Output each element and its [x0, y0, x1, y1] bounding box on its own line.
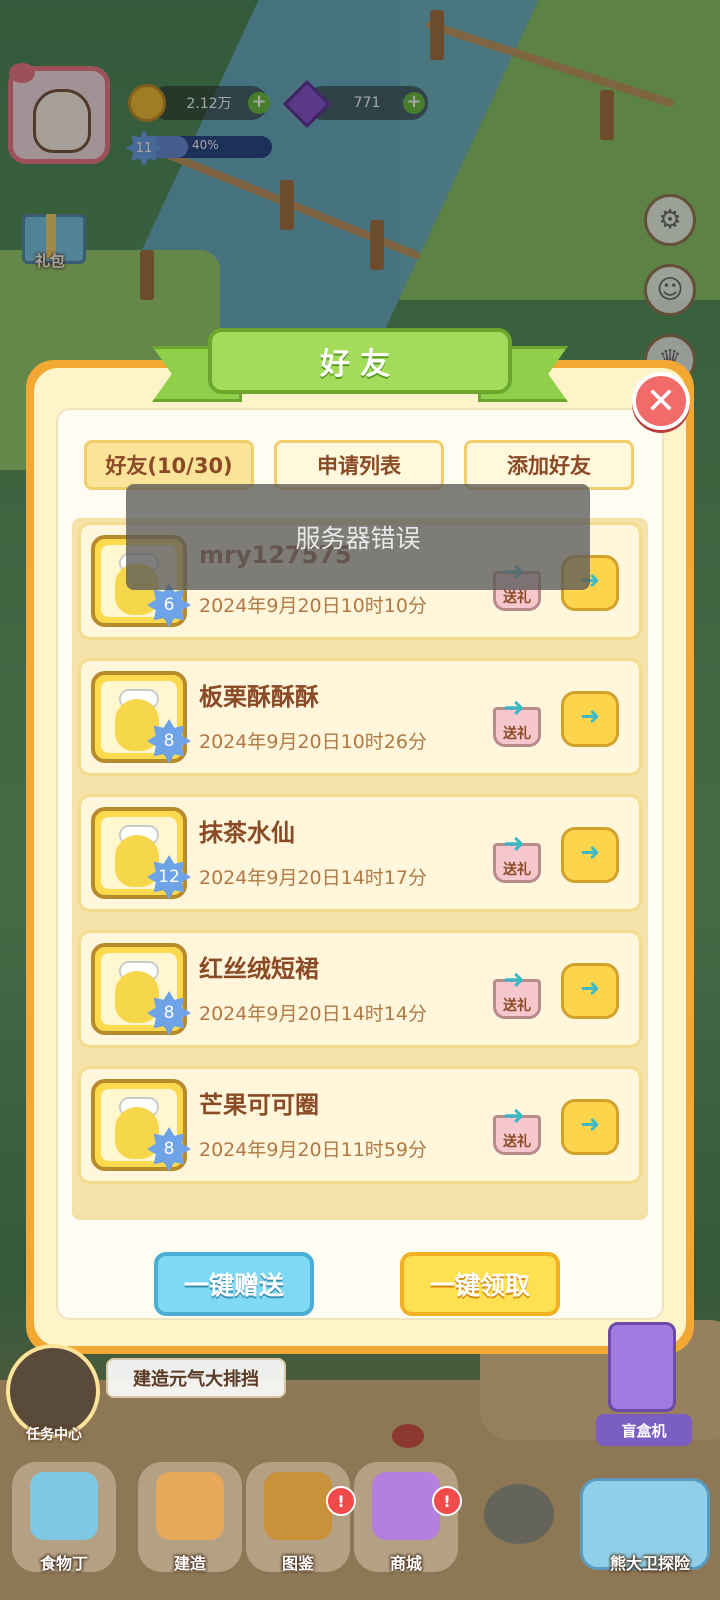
build-icon: [156, 1472, 224, 1540]
friend-time: 2024年9月20日14时14分: [199, 1003, 427, 1025]
visit-home-button[interactable]: ➜: [561, 827, 619, 883]
send-gift-label: 送礼: [503, 1134, 531, 1150]
task-center-label: 任务中心: [26, 1427, 82, 1443]
dialog-title-banner: 好友: [152, 328, 568, 402]
send-gift-button[interactable]: ➜ 送礼: [489, 1097, 545, 1157]
friend-name: 芒果可可圈: [199, 1091, 319, 1119]
tab-requests[interactable]: 申请列表: [274, 440, 444, 490]
collect-all-button[interactable]: 一键领取: [400, 1252, 560, 1316]
send-gift-button[interactable]: ➜ 送礼: [489, 825, 545, 885]
visit-home-button[interactable]: ➜: [561, 691, 619, 747]
album-book-icon: [264, 1472, 332, 1540]
tab-add-friend[interactable]: 添加好友: [464, 440, 634, 490]
arrow-right-icon: ➜: [503, 829, 525, 859]
dialog-title: 好友: [208, 328, 512, 394]
visit-home-button[interactable]: ➜: [561, 1099, 619, 1155]
send-gift-label: 送礼: [503, 726, 531, 742]
close-icon: ✕: [645, 380, 677, 422]
friend-time: 2024年9月20日14时17分: [199, 867, 427, 889]
arrow-right-icon: ➜: [580, 974, 601, 1002]
arrow-right-icon: ➜: [503, 693, 525, 723]
friend-list[interactable]: 6 mry127575 2024年9月20日10时10分 ➜送礼 ➜ 8 板栗酥…: [72, 518, 648, 1220]
friend-name: 抹茶水仙: [199, 819, 295, 847]
friend-row: 12 抹茶水仙 2024年9月20日14时17分 ➜ 送礼 ➜: [78, 794, 642, 912]
send-gift-label: 送礼: [503, 998, 531, 1014]
gacha-machine-icon: [608, 1322, 676, 1412]
shop-alert-badge: !: [432, 1486, 462, 1516]
friend-name: 红丝绒短裙: [199, 955, 319, 983]
friend-row: 8 板栗酥酥酥 2024年9月20日10时26分 ➜ 送礼 ➜: [78, 658, 642, 776]
current-quest[interactable]: 建造元气大排挡: [106, 1358, 286, 1398]
food-card-icon: [30, 1472, 98, 1540]
arrow-right-icon: ➜: [580, 838, 601, 866]
arrow-right-icon: ➜: [580, 702, 601, 730]
send-gift-button[interactable]: ➜ 送礼: [489, 961, 545, 1021]
dock-food-label: 食物丁: [39, 1554, 88, 1573]
visit-home-button[interactable]: ➜: [561, 963, 619, 1019]
album-alert-badge: !: [326, 1486, 356, 1516]
error-toast: 服务器错误: [126, 484, 590, 590]
blind-box-label: 盲盒机: [596, 1414, 692, 1446]
dock-shop-label: 商城: [389, 1554, 422, 1573]
friend-row: 8 芒果可可圈 2024年9月20日11时59分 ➜ 送礼 ➜: [78, 1066, 642, 1184]
arrow-right-icon: ➜: [503, 1101, 525, 1131]
explore-label: 熊大卫探险: [609, 1554, 690, 1573]
tab-friends[interactable]: 好友(10/30): [84, 440, 254, 490]
dock-build-label: 建造: [173, 1554, 206, 1573]
send-all-button[interactable]: 一键赠送: [154, 1252, 314, 1316]
arrow-right-icon: ➜: [503, 965, 525, 995]
friend-name: 板栗酥酥酥: [199, 683, 319, 711]
send-gift-label: 送礼: [503, 590, 531, 606]
send-gift-label: 送礼: [503, 862, 531, 878]
shopping-cart-icon: [372, 1472, 440, 1540]
friend-time: 2024年9月20日10时10分: [199, 595, 427, 617]
close-button[interactable]: ✕: [632, 372, 690, 430]
arrow-right-icon: ➜: [580, 1110, 601, 1138]
dock-album-label: 图鉴: [281, 1554, 314, 1573]
send-gift-button[interactable]: ➜ 送礼: [489, 689, 545, 749]
friend-row: 8 红丝绒短裙 2024年9月20日14时14分 ➜ 送礼 ➜: [78, 930, 642, 1048]
friend-time: 2024年9月20日11时59分: [199, 1139, 427, 1161]
friend-time: 2024年9月20日10时26分: [199, 731, 427, 753]
